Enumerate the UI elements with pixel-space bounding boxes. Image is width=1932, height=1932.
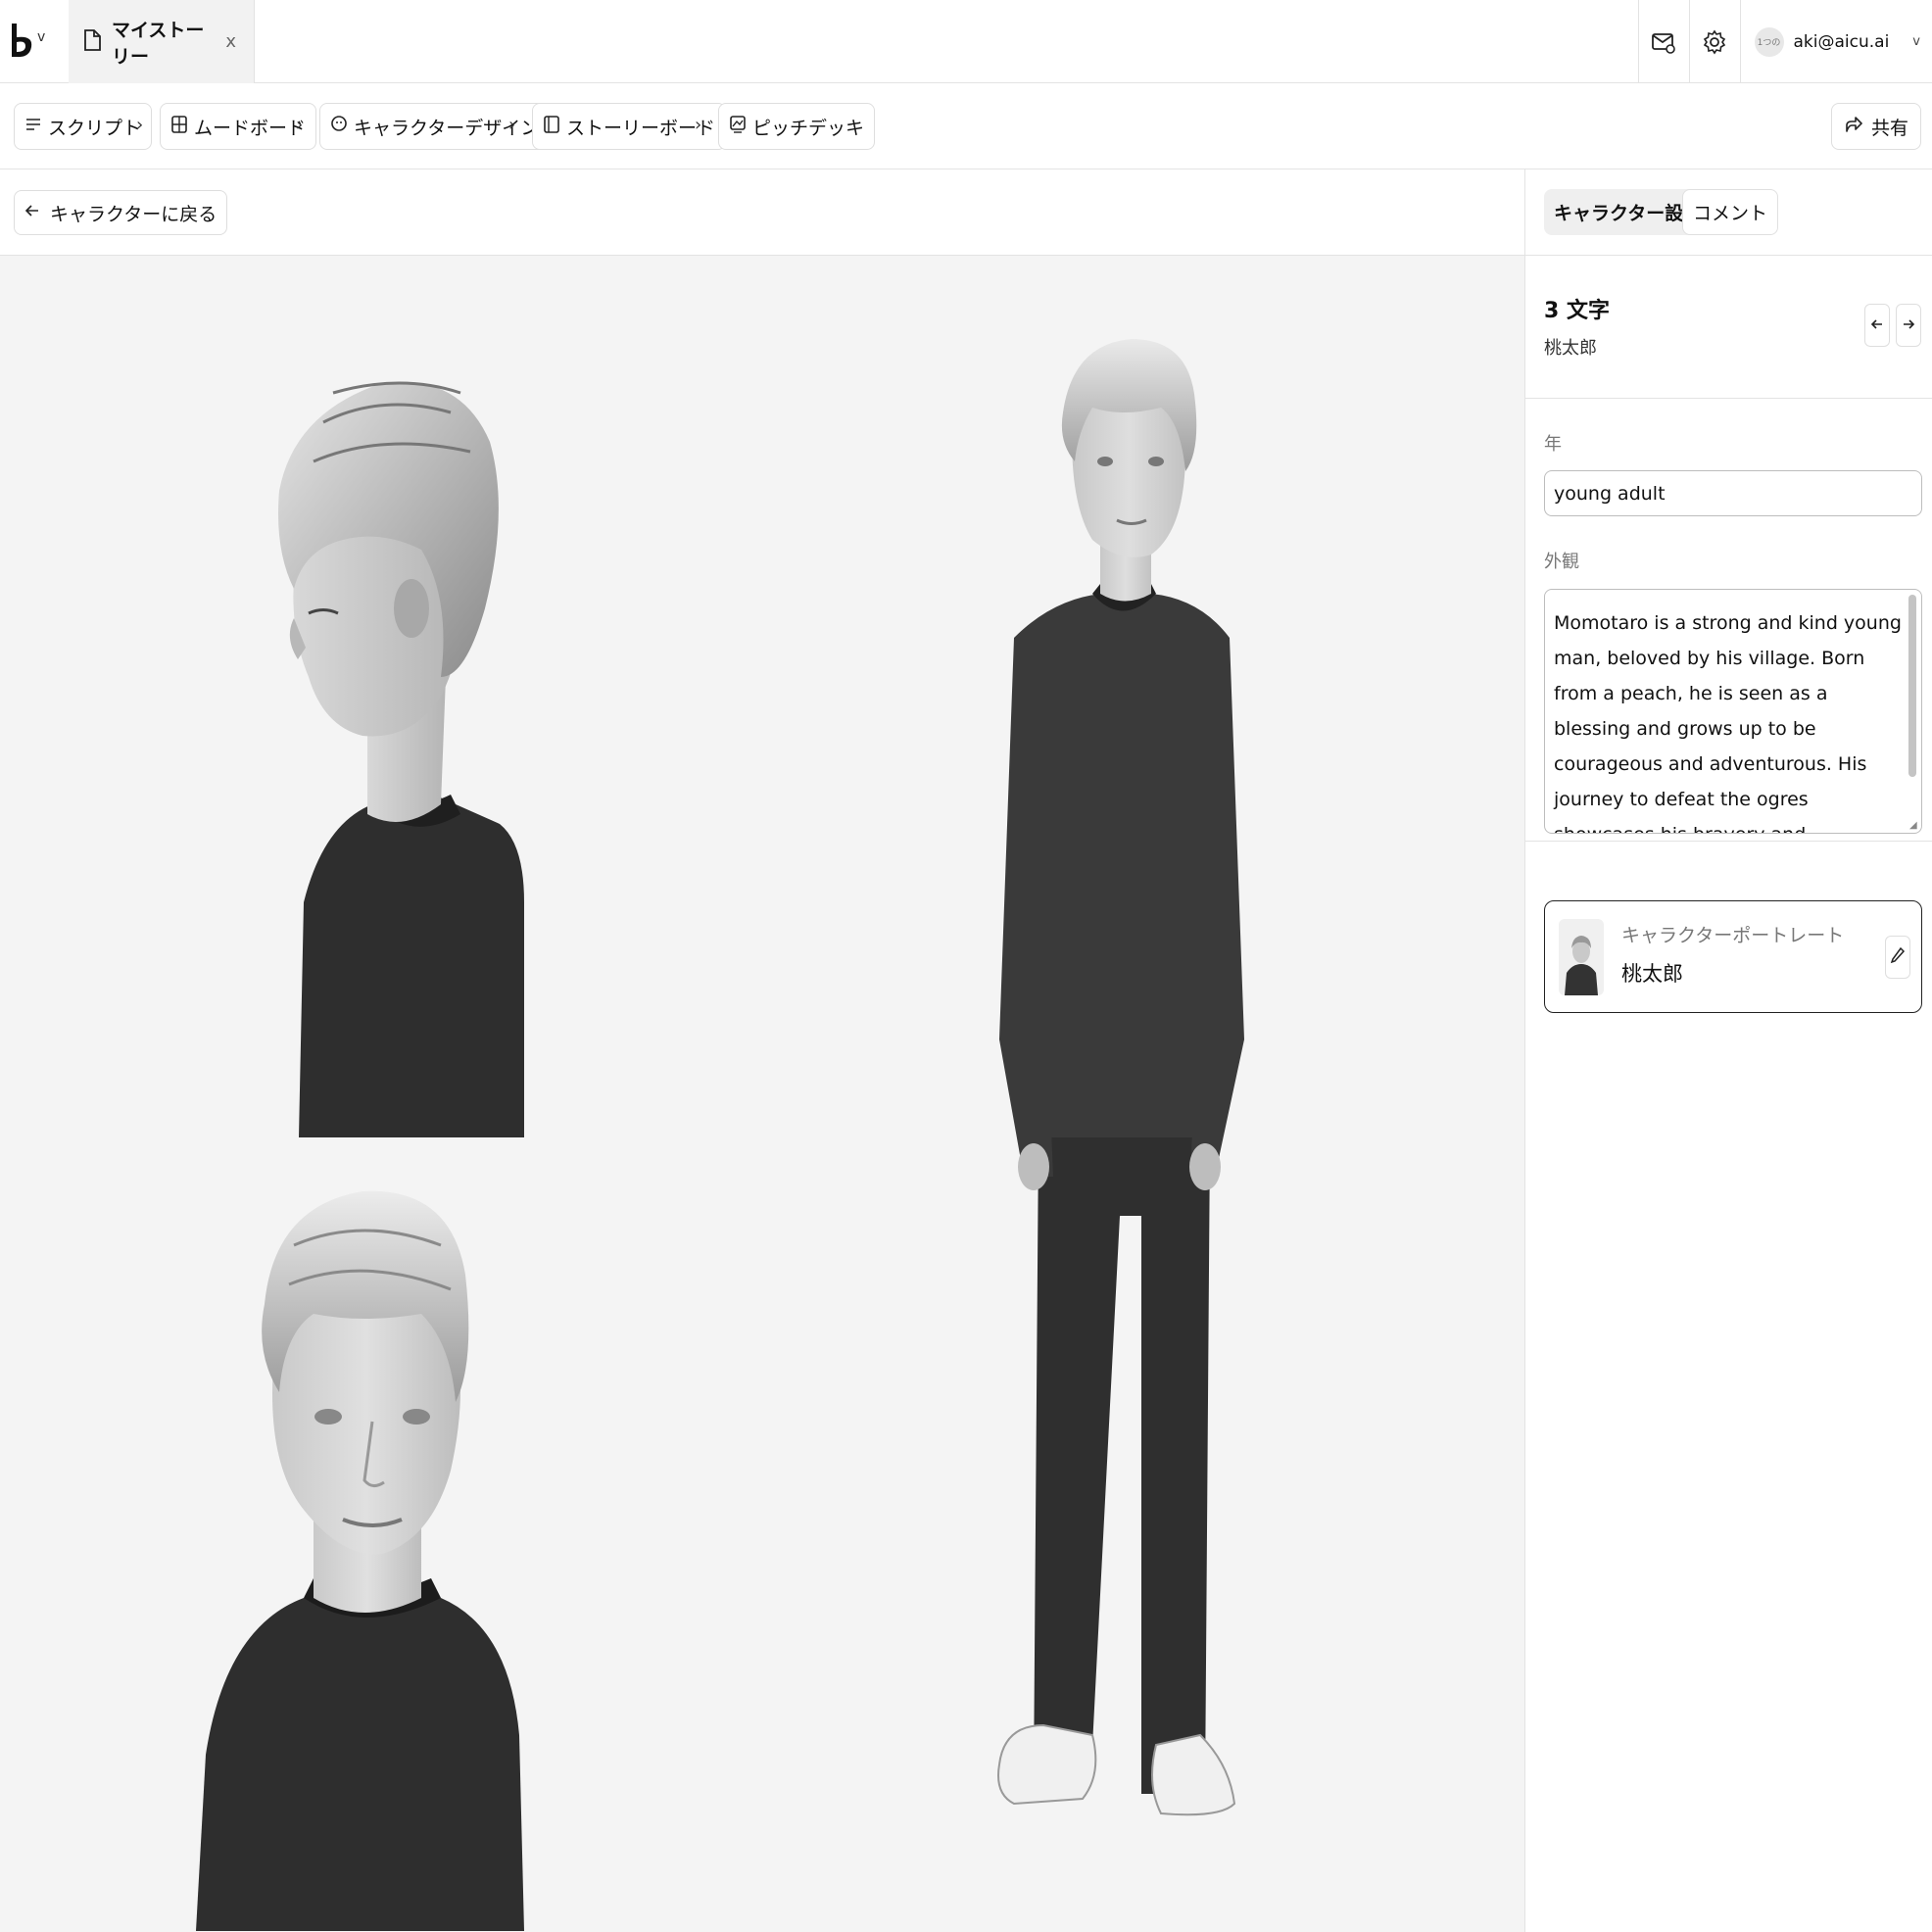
chevron-right-icon: › (136, 115, 144, 135)
tab-comments[interactable]: コメント (1682, 189, 1779, 235)
sub-header: キャラクターに戻る (0, 169, 1524, 256)
character-portrait-image[interactable] (196, 1167, 529, 1931)
character-portrait-card[interactable]: キャラクターポートレート 桃太郎 (1544, 900, 1922, 1013)
portrait-card-title: キャラクターポートレート (1621, 925, 1845, 946)
step-moodboard-button[interactable]: ムードボード (160, 103, 317, 150)
gear-icon[interactable] (1688, 0, 1740, 83)
age-field[interactable] (1544, 470, 1922, 516)
back-to-characters-button[interactable]: キャラクターに戻る (14, 190, 228, 235)
character-full-body-image[interactable] (994, 334, 1259, 1931)
character-icon (330, 115, 348, 139)
storyboard-icon (543, 115, 560, 139)
share-icon (1844, 115, 1863, 139)
brand-logo-icon[interactable] (10, 20, 53, 63)
chevron-right-icon: › (508, 115, 516, 135)
character-header: 3 文字 桃太郎 (1525, 256, 1932, 399)
portrait-thumbnail (1559, 919, 1604, 995)
back-label: キャラクターに戻る (50, 203, 217, 225)
chevron-down-icon[interactable]: v (1912, 34, 1920, 49)
avatar: 1つの (1754, 26, 1784, 57)
chevron-right-icon: › (695, 115, 702, 135)
step-label: ストーリーボード (566, 117, 716, 139)
mail-icon[interactable] (1637, 0, 1689, 83)
script-icon (24, 116, 42, 138)
character-profile-image[interactable] (265, 354, 529, 1137)
arrow-left-icon (1870, 316, 1884, 335)
character-count: 3 文字 (1544, 299, 1610, 323)
character-settings-panel: キャラクター設定 コメント 3 文字 桃太郎 年 外観 Momotaro is … (1524, 169, 1932, 1932)
close-tab-button[interactable]: x (225, 31, 236, 52)
pitchdeck-icon (729, 115, 747, 139)
pipeline-nav: スクリプト › ムードボード › キャラクターデザイン › ストーリーボード ›… (0, 83, 1932, 169)
age-label: 年 (1544, 434, 1562, 455)
chevron-down-icon[interactable]: v (37, 29, 45, 45)
arrow-left-icon (24, 202, 40, 223)
top-bar: v マイストーリー x 1つの aki@aicu.ai v (0, 0, 1932, 83)
edit-portrait-button[interactable] (1885, 936, 1910, 979)
previous-character-button[interactable] (1864, 304, 1890, 347)
appearance-field[interactable]: Momotaro is a strong and kind young man,… (1544, 589, 1922, 834)
step-label: ピッチデッキ (752, 117, 865, 139)
character-canvas (0, 256, 1524, 1932)
resize-handle-icon[interactable]: ◢ (1909, 820, 1917, 831)
step-label: ムードボード (194, 117, 307, 139)
appearance-label: 外観 (1544, 552, 1579, 572)
share-button[interactable]: 共有 (1830, 103, 1921, 150)
arrow-right-icon (1902, 316, 1915, 335)
user-menu[interactable]: 1つの aki@aicu.ai v (1739, 0, 1932, 83)
character-name: 桃太郎 (1544, 338, 1597, 359)
share-label: 共有 (1870, 117, 1908, 139)
character-fields: 年 外観 Momotaro is a strong and kind young… (1525, 399, 1932, 842)
panel-tabs: キャラクター設定 コメント (1525, 169, 1932, 256)
step-script-button[interactable]: スクリプト (14, 103, 153, 150)
step-label: スクリプト (48, 117, 142, 139)
next-character-button[interactable] (1896, 304, 1921, 347)
file-tab[interactable]: マイストーリー x (69, 0, 255, 83)
portrait-card-name: 桃太郎 (1621, 962, 1683, 986)
file-icon (82, 28, 102, 56)
file-tab-label: マイストーリー (112, 19, 205, 68)
user-email: aki@aicu.ai (1793, 31, 1890, 52)
moodboard-icon (170, 115, 188, 139)
appearance-scrollbar[interactable] (1908, 595, 1916, 777)
chevron-right-icon: › (296, 115, 304, 135)
pencil-icon (1890, 946, 1906, 968)
step-pitchdeck-button[interactable]: ピッチデッキ (718, 103, 876, 150)
